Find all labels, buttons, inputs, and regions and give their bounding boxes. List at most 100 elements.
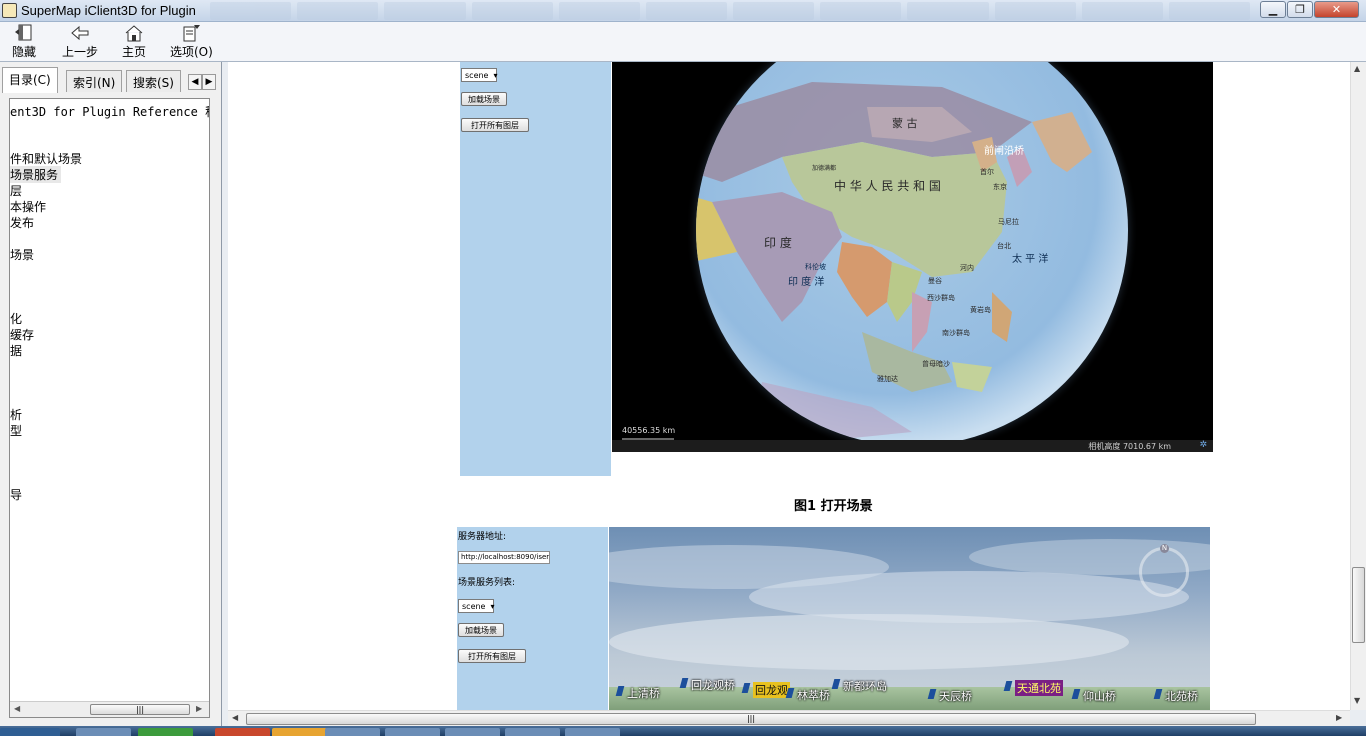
hide-icon — [13, 24, 35, 42]
top-demo-control-panel: scene ▾ 加载场景 打开所有图层 — [460, 62, 611, 476]
place-label[interactable]: 上清桥 — [627, 685, 660, 701]
aerial-scene-view[interactable]: N 上清桥 回龙观桥 回龙观 林萃桥 新都环岛天辰桥 天通北苑仰山桥 北苑桥 — [609, 527, 1210, 710]
settings-gear-icon[interactable]: ✲ — [1199, 440, 1207, 450]
maximize-button[interactable]: ❐ — [1287, 1, 1313, 18]
tab-search[interactable]: 搜索(S) — [126, 70, 181, 92]
server-address-label: 服务器地址: — [458, 532, 507, 542]
taskbar-item[interactable] — [76, 728, 131, 736]
hide-button[interactable]: 隐藏 — [12, 24, 36, 60]
scroll-left-icon[interactable]: ◀ — [14, 704, 20, 713]
back-button[interactable]: 上一步 — [62, 24, 98, 60]
map-label-india: 印 度 — [764, 235, 792, 250]
window-title: SuperMap iClient3D for Plugin — [21, 3, 196, 18]
tree-item[interactable]: 化 — [10, 310, 22, 327]
bottom-scene-select-value: scene — [462, 601, 486, 611]
map-label-bangkok: 曼谷 — [928, 276, 942, 285]
tree-item[interactable]: 场景服务 — [10, 166, 62, 183]
map-label-xisha: 西沙群岛 — [927, 293, 955, 302]
vertical-scroll-thumb[interactable] — [1352, 567, 1365, 643]
map-label-seoul: 首尔 — [980, 167, 994, 176]
map-label-mongolia: 蒙 古 — [892, 117, 918, 130]
taskbar-item[interactable] — [445, 728, 500, 736]
globe-scene-view[interactable]: 蒙 古 中 华 人 民 共 和 国 印 度 印 度 洋 太 平 洋 前闸沿桥 首… — [612, 62, 1213, 452]
place-label[interactable]: 天辰桥 — [939, 688, 972, 704]
place-label[interactable]: 回龙观 — [753, 682, 790, 698]
app-help-icon — [2, 3, 17, 18]
taskbar-item[interactable] — [215, 728, 270, 736]
tab-scroll-arrows: ◀ ▶ — [188, 74, 216, 90]
bottom-load-scene-button[interactable]: 加载场景 — [458, 623, 504, 637]
bottom-scene-select[interactable]: scene ▾ — [458, 599, 495, 613]
home-button[interactable]: 主页 — [122, 24, 146, 60]
taskbar-item[interactable] — [505, 728, 560, 736]
tree-item[interactable]: 缓存 — [10, 326, 34, 343]
back-arrow-icon — [69, 24, 91, 42]
map-label-nansha: 南沙群岛 — [942, 328, 970, 337]
tree-scroll-thumb[interactable]: ||| — [90, 704, 190, 715]
contents-tree[interactable]: ◀ ||| ▶ ent3D for Plugin Reference 程序集件和… — [9, 98, 210, 718]
content-vertical-scrollbar[interactable]: ▲ ▼ — [1350, 62, 1366, 710]
back-label: 上一步 — [62, 45, 99, 59]
taskbar-item[interactable] — [325, 728, 380, 736]
scroll-left-icon[interactable]: ◀ — [232, 713, 238, 722]
tree-item[interactable]: 层 — [10, 182, 22, 199]
home-label: 主页 — [122, 45, 147, 59]
compass-north-label: N — [1160, 544, 1169, 553]
tree-item[interactable]: 导 — [10, 486, 22, 503]
help-toolbar: 隐藏 上一步 主页 选项(O) — [0, 22, 1366, 62]
map-label-indian-ocean: 印 度 洋 — [788, 275, 824, 288]
place-label[interactable]: 仰山桥 — [1083, 688, 1116, 704]
map-label-colombo: 科伦坡 — [805, 262, 826, 271]
camera-height-label: 相机高度 7010.67 km — [1088, 442, 1171, 451]
bottom-open-layers-button[interactable]: 打开所有图层 — [458, 649, 526, 663]
place-label[interactable]: 天通北苑 — [1015, 680, 1063, 696]
tree-horizontal-scrollbar[interactable]: ◀ ||| ▶ — [10, 701, 209, 717]
close-button[interactable]: ✕ — [1314, 1, 1359, 18]
scroll-right-icon[interactable]: ▶ — [1336, 713, 1342, 722]
start-button[interactable] — [0, 728, 60, 736]
compass-icon[interactable]: N — [1139, 544, 1189, 597]
scroll-up-icon[interactable]: ▲ — [1354, 64, 1360, 73]
bottom-demo-control-panel: 服务器地址: http://localhost:8090/iserver 场景服… — [457, 527, 608, 710]
map-label-taipei: 台北 — [997, 241, 1011, 250]
tree-item[interactable]: 据 — [10, 342, 22, 359]
tree-item[interactable]: 型 — [10, 422, 22, 439]
tree-item[interactable]: 件和默认场景 — [10, 150, 82, 167]
dropdown-arrow-icon: ▾ — [490, 601, 495, 611]
os-taskbar — [0, 726, 1366, 736]
tree-item[interactable]: 析 — [10, 406, 22, 423]
top-scene-select[interactable]: scene ▾ — [461, 68, 498, 82]
horizontal-scroll-thumb[interactable]: ||| — [246, 713, 1256, 725]
taskbar-item[interactable] — [385, 728, 440, 736]
map-label-hanoi: 河内 — [960, 263, 974, 272]
nav-tabs: 目录(C) 索引(N) 搜索(S) ◀ ▶ — [2, 67, 220, 93]
scroll-right-icon[interactable]: ▶ — [196, 704, 202, 713]
top-load-scene-button[interactable]: 加载场景 — [461, 92, 507, 106]
hide-label: 隐藏 — [12, 45, 37, 59]
map-label-china: 中 华 人 民 共 和 国 — [834, 178, 941, 193]
tab-index[interactable]: 索引(N) — [66, 70, 123, 92]
taskbar-item[interactable] — [138, 728, 193, 736]
tree-item[interactable]: 场景 — [10, 246, 34, 263]
minimize-button[interactable]: ▁ — [1260, 1, 1286, 18]
options-button[interactable]: 选项(O) — [170, 24, 213, 60]
place-label[interactable]: 回龙观桥 — [691, 677, 735, 693]
tree-item[interactable]: 本操作 — [10, 198, 46, 215]
place-label[interactable]: 北苑桥 — [1165, 688, 1198, 704]
tab-contents[interactable]: 目录(C) — [2, 67, 58, 93]
tab-scroll-left-icon[interactable]: ◀ — [188, 74, 202, 90]
scroll-down-icon[interactable]: ▼ — [1354, 696, 1360, 705]
tab-scroll-right-icon[interactable]: ▶ — [202, 74, 216, 90]
tree-item[interactable]: ent3D for Plugin Reference 程序集 — [10, 103, 209, 120]
map-label-manila: 马尼拉 — [998, 217, 1019, 226]
server-address-input[interactable]: http://localhost:8090/iserver — [458, 551, 550, 564]
scene-list-label: 场景服务列表: — [458, 578, 516, 588]
content-horizontal-scrollbar[interactable]: ◀ ||| ▶ — [228, 710, 1350, 726]
taskbar-item[interactable] — [272, 728, 327, 736]
place-label[interactable]: 新都环岛 — [843, 678, 887, 694]
top-open-layers-button[interactable]: 打开所有图层 — [461, 118, 529, 132]
map-label-zengmu: 曾母暗沙 — [922, 359, 950, 368]
taskbar-item[interactable] — [565, 728, 620, 736]
place-label[interactable]: 林萃桥 — [797, 687, 830, 703]
tree-item[interactable]: 发布 — [10, 214, 34, 231]
